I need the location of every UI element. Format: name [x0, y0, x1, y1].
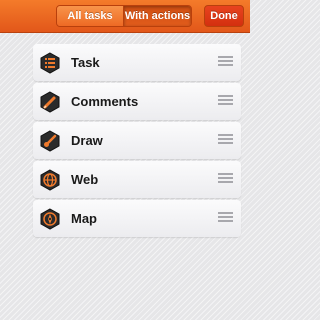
reorder-handle-icon[interactable]: [218, 134, 233, 146]
top-toolbar: All tasks With actions Done: [0, 0, 250, 33]
list-item-map[interactable]: Map: [33, 200, 241, 237]
compass-icon: [40, 208, 60, 230]
list-item-task[interactable]: Task: [33, 44, 241, 81]
reorder-handle-icon[interactable]: [218, 95, 233, 107]
all-tasks-segment[interactable]: All tasks: [57, 6, 124, 26]
task-list-icon: [40, 52, 60, 74]
list-item-label: Draw: [71, 133, 103, 148]
pen-icon: [40, 91, 60, 113]
list-item-draw[interactable]: Draw: [33, 122, 241, 159]
reorder-handle-icon[interactable]: [218, 56, 233, 68]
filter-segmented-control: All tasks With actions: [56, 5, 192, 27]
brush-icon: [40, 130, 60, 152]
list-item-label: Comments: [71, 94, 139, 109]
with-actions-segment[interactable]: With actions: [124, 6, 191, 26]
reorder-handle-icon[interactable]: [218, 173, 233, 185]
done-button[interactable]: Done: [204, 5, 244, 27]
list-item-web[interactable]: Web: [33, 161, 241, 198]
action-list: Task Comments Draw Web Map: [33, 44, 241, 239]
list-item-comments[interactable]: Comments: [33, 83, 241, 120]
list-item-label: Web: [71, 172, 99, 187]
reorder-handle-icon[interactable]: [218, 212, 233, 224]
list-item-label: Task: [71, 55, 100, 70]
list-item-label: Map: [71, 211, 97, 226]
globe-icon: [40, 169, 60, 191]
